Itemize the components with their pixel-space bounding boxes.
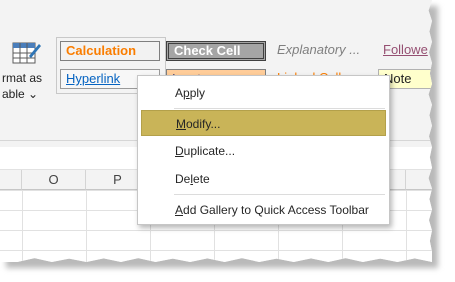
menu-item-add-gallery-accelerator: A — [175, 203, 184, 217]
cell-style-followed-hyperlink[interactable]: Followe — [378, 41, 432, 61]
column-header-o[interactable]: O — [22, 170, 86, 190]
menu-item-modify-text-rest: odify... — [186, 117, 221, 131]
format-as-table-icon[interactable] — [12, 40, 42, 68]
excel-window: rmat as able ⌄ Calculation Check Cell Ex… — [0, 0, 432, 262]
menu-item-delete-text-rest: ete — [193, 172, 210, 186]
menu-item-duplicate[interactable]: Duplicate... — [141, 138, 386, 164]
menu-item-apply-text-rest: ply — [189, 86, 206, 100]
format-as-table-dropdown-label[interactable]: able ⌄ — [2, 87, 38, 101]
menu-item-apply[interactable]: Apply — [141, 80, 386, 106]
menu-item-duplicate-text-rest: uplicate... — [183, 144, 236, 158]
menu-separator — [174, 194, 385, 195]
column-header-partial[interactable] — [0, 170, 22, 190]
cell-style-calculation[interactable]: Calculation — [60, 41, 160, 61]
menu-item-add-gallery-text-rest: dd Gallery to Quick Access Toolbar — [183, 203, 369, 217]
cell-style-explanatory[interactable]: Explanatory ... — [272, 41, 372, 61]
menu-item-modify[interactable]: Modify... — [141, 110, 386, 136]
menu-item-apply-text: A — [175, 86, 184, 100]
menu-item-delete-text: De — [175, 172, 191, 186]
menu-item-add-gallery-to-qat[interactable]: Add Gallery to Quick Access Toolbar — [141, 197, 386, 223]
column-header-u[interactable]: U — [406, 170, 432, 190]
menu-separator — [174, 108, 385, 109]
menu-item-apply-accelerator: p — [183, 86, 190, 100]
menu-item-duplicate-accelerator: D — [175, 144, 184, 158]
cell-style-check-cell[interactable]: Check Cell — [166, 41, 266, 61]
format-as-table-label[interactable]: rmat as — [2, 71, 42, 85]
cell-style-context-menu: Apply Modify... Duplicate... Delete Add … — [137, 75, 390, 225]
menu-item-modify-accelerator: M — [176, 117, 186, 131]
menu-item-delete[interactable]: Delete — [141, 166, 386, 192]
